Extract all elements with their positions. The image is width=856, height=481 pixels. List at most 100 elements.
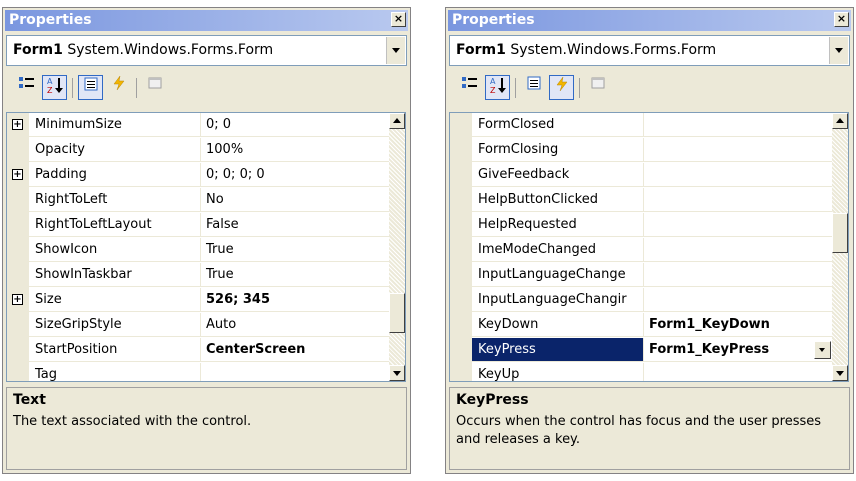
property-name[interactable]: StartPosition: [29, 338, 201, 362]
event-value[interactable]: [644, 113, 833, 137]
property-name[interactable]: Padding: [29, 163, 201, 187]
property-value[interactable]: 526; 345: [201, 288, 390, 312]
property-value[interactable]: 0; 0: [201, 113, 390, 137]
event-row[interactable]: KeyPress Form1_KeyPress: [450, 338, 833, 363]
property-row[interactable]: StartPosition CenterScreen: [7, 338, 390, 363]
event-name[interactable]: KeyUp: [472, 363, 644, 381]
close-icon[interactable]: ×: [391, 12, 406, 27]
properties-icon[interactable]: [78, 75, 103, 100]
event-row[interactable]: InputLanguageChangir: [450, 288, 833, 313]
property-row[interactable]: SizeGripStyle Auto: [7, 313, 390, 338]
event-value[interactable]: [644, 188, 833, 212]
property-row[interactable]: + Padding 0; 0; 0; 0: [7, 163, 390, 188]
event-name[interactable]: FormClosing: [472, 138, 644, 162]
event-name[interactable]: FormClosed: [472, 113, 644, 137]
event-value[interactable]: [644, 363, 833, 381]
object-type: System.Windows.Forms.Form: [67, 42, 274, 58]
property-row[interactable]: ShowInTaskbar True: [7, 263, 390, 288]
property-value[interactable]: [201, 363, 390, 381]
property-name[interactable]: Tag: [29, 363, 201, 381]
event-value[interactable]: [644, 263, 833, 287]
vertical-scrollbar[interactable]: [389, 113, 405, 381]
scroll-thumb[interactable]: [832, 213, 848, 253]
event-row[interactable]: InputLanguageChange: [450, 263, 833, 288]
properties-panel-right: Properties × Form1 System.Windows.Forms.…: [445, 7, 854, 474]
object-selector[interactable]: Form1 System.Windows.Forms.Form: [6, 35, 407, 66]
scroll-down-icon[interactable]: [389, 365, 405, 381]
scroll-up-icon[interactable]: [389, 113, 405, 129]
object-name: Form1: [456, 42, 506, 58]
event-row[interactable]: HelpButtonClicked: [450, 188, 833, 213]
event-name[interactable]: HelpRequested: [472, 213, 644, 237]
event-name[interactable]: InputLanguageChange: [472, 263, 644, 287]
property-row[interactable]: ShowIcon True: [7, 238, 390, 263]
event-name[interactable]: KeyPress: [472, 338, 644, 362]
property-name[interactable]: ShowInTaskbar: [29, 263, 201, 287]
event-name[interactable]: HelpButtonClicked: [472, 188, 644, 212]
property-row[interactable]: RightToLeftLayout False: [7, 213, 390, 238]
expand-icon[interactable]: +: [12, 169, 23, 180]
property-row[interactable]: + MinimumSize 0; 0: [7, 113, 390, 138]
event-row[interactable]: FormClosing: [450, 138, 833, 163]
categorized-icon[interactable]: [457, 75, 482, 100]
event-name[interactable]: KeyDown: [472, 313, 644, 337]
scroll-up-icon[interactable]: [832, 113, 848, 129]
event-row[interactable]: FormClosed: [450, 113, 833, 138]
property-value[interactable]: True: [201, 263, 390, 287]
event-value[interactable]: [644, 288, 833, 312]
properties-icon[interactable]: [521, 75, 546, 100]
property-name[interactable]: RightToLeft: [29, 188, 201, 212]
chevron-down-icon[interactable]: [829, 37, 848, 64]
scroll-down-icon[interactable]: [832, 365, 848, 381]
categorized-icon[interactable]: [14, 75, 39, 100]
expand-icon[interactable]: +: [12, 119, 23, 130]
property-value[interactable]: 0; 0; 0; 0: [201, 163, 390, 187]
events-icon[interactable]: [549, 75, 574, 100]
scroll-thumb[interactable]: [389, 293, 405, 333]
property-name[interactable]: ShowIcon: [29, 238, 201, 262]
event-name[interactable]: GiveFeedback: [472, 163, 644, 187]
event-value[interactable]: [644, 163, 833, 187]
property-value[interactable]: CenterScreen: [201, 338, 390, 362]
svg-text:A: A: [490, 77, 496, 86]
event-value[interactable]: [644, 238, 833, 262]
events-icon[interactable]: [106, 75, 131, 100]
property-pages-icon[interactable]: [142, 75, 167, 100]
alphabetical-icon[interactable]: AZ: [485, 75, 510, 100]
event-row[interactable]: KeyUp: [450, 363, 833, 381]
close-icon[interactable]: ×: [834, 12, 849, 27]
alphabetical-icon[interactable]: AZ: [42, 75, 67, 100]
event-value[interactable]: Form1_KeyDown: [644, 313, 833, 337]
property-name[interactable]: Size: [29, 288, 201, 312]
event-row[interactable]: GiveFeedback: [450, 163, 833, 188]
property-name[interactable]: SizeGripStyle: [29, 313, 201, 337]
property-value[interactable]: Auto: [201, 313, 390, 337]
object-name: Form1: [13, 42, 63, 58]
vertical-scrollbar[interactable]: [832, 113, 848, 381]
event-value[interactable]: [644, 213, 833, 237]
property-value[interactable]: 100%: [201, 138, 390, 162]
property-value[interactable]: True: [201, 238, 390, 262]
title-bar: Properties ×: [448, 10, 851, 31]
property-value[interactable]: No: [201, 188, 390, 212]
property-row[interactable]: Opacity 100%: [7, 138, 390, 163]
event-row[interactable]: HelpRequested: [450, 213, 833, 238]
event-value[interactable]: [644, 138, 833, 162]
value-dropdown-icon[interactable]: [814, 341, 831, 359]
event-name[interactable]: InputLanguageChangir: [472, 288, 644, 312]
property-row[interactable]: Tag: [7, 363, 390, 381]
property-name[interactable]: MinimumSize: [29, 113, 201, 137]
event-name[interactable]: ImeModeChanged: [472, 238, 644, 262]
property-row[interactable]: + Size 526; 345: [7, 288, 390, 313]
property-name[interactable]: Opacity: [29, 138, 201, 162]
property-value[interactable]: False: [201, 213, 390, 237]
object-selector[interactable]: Form1 System.Windows.Forms.Form: [449, 35, 850, 66]
event-row[interactable]: KeyDown Form1_KeyDown: [450, 313, 833, 338]
property-name[interactable]: RightToLeftLayout: [29, 213, 201, 237]
property-row[interactable]: RightToLeft No: [7, 188, 390, 213]
event-value[interactable]: Form1_KeyPress: [644, 338, 833, 362]
event-row[interactable]: ImeModeChanged: [450, 238, 833, 263]
property-pages-icon[interactable]: [585, 75, 610, 100]
chevron-down-icon[interactable]: [386, 37, 405, 64]
expand-icon[interactable]: +: [12, 294, 23, 305]
